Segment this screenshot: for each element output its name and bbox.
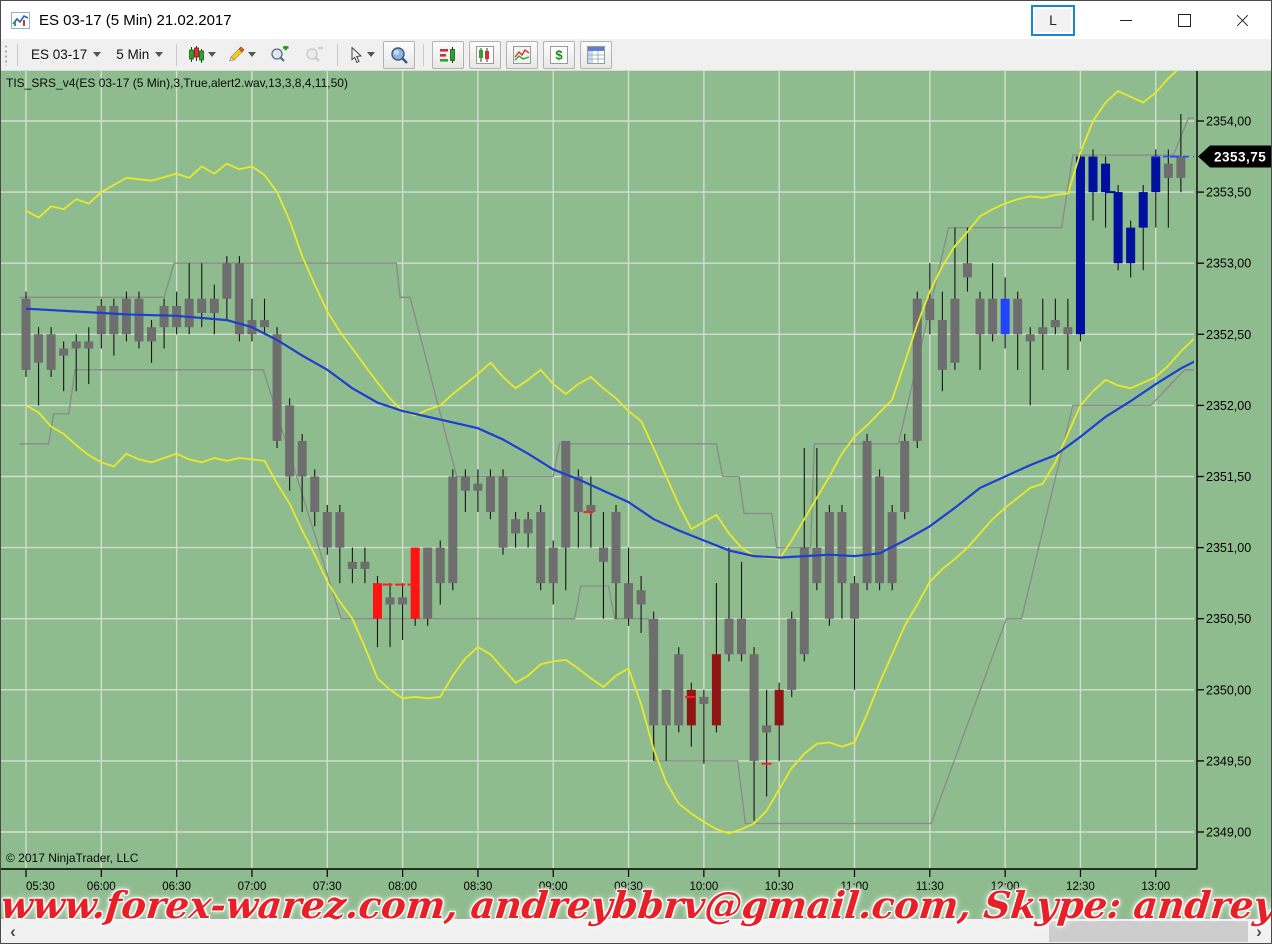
chart-trader-icon — [476, 46, 494, 64]
close-button[interactable] — [1213, 1, 1271, 39]
svg-text:08:00: 08:00 — [388, 881, 417, 893]
cursor-tool-button[interactable] — [346, 42, 378, 68]
svg-text:11:00: 11:00 — [841, 881, 869, 893]
svg-text:10:30: 10:30 — [765, 881, 794, 893]
separator — [17, 44, 18, 66]
magnifier-icon — [390, 46, 409, 64]
svg-text:2354,00: 2354,00 — [1206, 115, 1251, 129]
window-title: ES 03-17 (5 Min) 21.02.2017 — [39, 12, 232, 29]
chevron-down-icon — [367, 52, 375, 57]
drawing-tools-button[interactable] — [224, 42, 259, 68]
zoom-in-icon — [270, 46, 289, 63]
indicators-button[interactable] — [432, 41, 464, 69]
zoom-out-icon — [305, 46, 324, 63]
separator — [337, 44, 338, 66]
minimize-icon — [1120, 20, 1132, 21]
account-performance-button[interactable]: $ — [543, 41, 575, 69]
svg-text:2352,00: 2352,00 — [1206, 399, 1251, 413]
indicator-label: TIS_SRS_v4(ES 03-17 (5 Min),3,True,alert… — [6, 76, 348, 90]
scroll-left-button[interactable]: ‹ — [1, 919, 25, 944]
svg-text:08:30: 08:30 — [464, 881, 493, 893]
svg-text:09:00: 09:00 — [539, 881, 568, 893]
svg-text:2351,00: 2351,00 — [1206, 541, 1251, 555]
svg-text:05:30: 05:30 — [26, 881, 55, 893]
zoom-out-button[interactable] — [299, 42, 329, 68]
svg-text:2350,50: 2350,50 — [1206, 612, 1251, 626]
separator — [423, 44, 424, 66]
svg-text:06:30: 06:30 — [162, 881, 191, 893]
scroll-right-button[interactable]: › — [1247, 919, 1271, 944]
svg-text:2353,50: 2353,50 — [1206, 186, 1251, 200]
chevron-down-icon — [155, 52, 163, 57]
title-bar: ES 03-17 (5 Min) 21.02.2017 L — [1, 1, 1271, 39]
copyright-label: © 2017 NinjaTrader, LLC — [6, 851, 138, 865]
toolbar-grip[interactable] — [4, 44, 8, 66]
instrument-selector[interactable]: ES 03-17 — [26, 45, 106, 64]
interval-label: 5 Min — [116, 47, 149, 62]
horizontal-scrollbar[interactable]: ‹ › — [1, 918, 1271, 944]
separator — [176, 44, 177, 66]
svg-text:07:00: 07:00 — [238, 881, 267, 893]
svg-text:2351,50: 2351,50 — [1206, 470, 1251, 484]
svg-text:10:00: 10:00 — [689, 881, 718, 893]
chevron-down-icon — [93, 52, 101, 57]
price-chart[interactable]: 2354,00 2353,50 2353,00 2352,50 2352,00 2351,… — [1, 71, 1272, 918]
svg-text:$: $ — [556, 47, 564, 62]
maximize-button[interactable] — [1155, 1, 1213, 39]
dollar-icon: $ — [550, 46, 568, 64]
chevron-down-icon — [208, 52, 216, 57]
svg-text:2349,00: 2349,00 — [1206, 826, 1251, 840]
chart-window: ES 03-17 (5 Min) 21.02.2017 L ES 03-17 5… — [0, 0, 1272, 944]
svg-text:11:30: 11:30 — [916, 881, 944, 893]
svg-text:12:30: 12:30 — [1066, 881, 1095, 893]
chart-style-button[interactable] — [185, 42, 219, 68]
pencil-icon — [227, 46, 245, 63]
minimize-button[interactable] — [1097, 1, 1155, 39]
maximize-icon — [1178, 14, 1191, 27]
chart-properties-button[interactable] — [506, 41, 538, 69]
indicators-icon — [439, 46, 457, 64]
svg-text:09:30: 09:30 — [614, 881, 643, 893]
chevron-down-icon — [248, 52, 256, 57]
chart-trader-button[interactable] — [469, 41, 501, 69]
market-analyzer-button[interactable] — [580, 41, 612, 69]
data-grid-icon — [587, 46, 605, 64]
app-chart-icon — [11, 12, 30, 29]
zoom-in-button[interactable] — [264, 42, 294, 68]
link-window-button[interactable]: L — [1031, 5, 1075, 36]
svg-text:2350,00: 2350,00 — [1206, 683, 1251, 697]
toolbar: ES 03-17 5 Min — [1, 39, 1271, 71]
svg-text:12:00: 12:00 — [991, 881, 1020, 893]
svg-text:13:00: 13:00 — [1141, 881, 1170, 893]
line-chart-icon — [513, 46, 531, 64]
close-icon — [1236, 14, 1249, 27]
cursor-arrow-icon — [349, 47, 364, 63]
svg-text:2353,75: 2353,75 — [1214, 149, 1266, 164]
data-box-button[interactable] — [383, 41, 415, 69]
candlestick-style-icon — [188, 46, 205, 63]
svg-text:2353,00: 2353,00 — [1206, 257, 1251, 271]
interval-selector[interactable]: 5 Min — [111, 45, 168, 64]
svg-text:07:30: 07:30 — [313, 881, 342, 893]
svg-text:2352,50: 2352,50 — [1206, 328, 1251, 342]
instrument-label: ES 03-17 — [31, 47, 87, 62]
scrollbar-thumb[interactable] — [1049, 921, 1248, 942]
svg-text:2349,50: 2349,50 — [1206, 754, 1251, 768]
svg-text:06:00: 06:00 — [87, 881, 116, 893]
